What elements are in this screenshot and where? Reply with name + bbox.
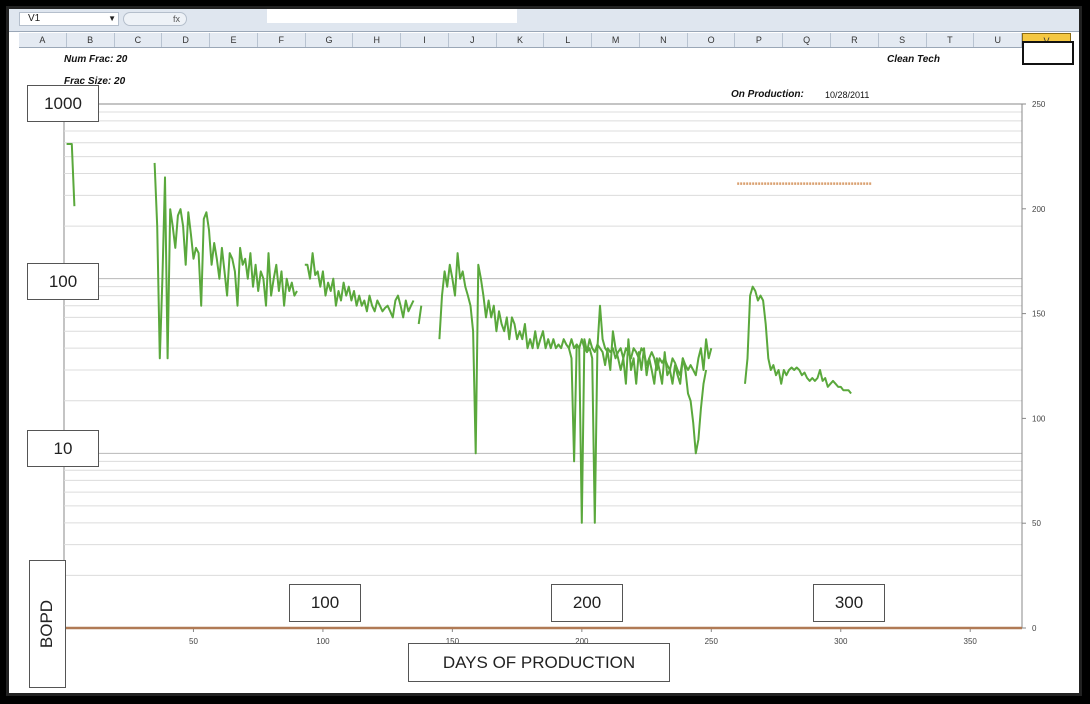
x-label-200: 200 [551,584,623,622]
bopd-label-box: BOPD [29,560,66,688]
company-label: Clean Tech [887,54,940,65]
x-tick-label: 100 [316,637,330,646]
selected-cell[interactable] [1022,41,1074,65]
y-label-1000: 1000 [27,85,99,122]
production-chart: 05010015020025050 100 150 200 250 300 350 [63,100,1046,646]
y-label-10: 10 [27,430,99,467]
bopd-label: BOPD [37,599,57,649]
x-tick-label: 300 [834,637,848,646]
x-label-300: 300 [813,584,885,622]
x-label-100: 100 [289,584,361,622]
x-tick-label: 350 [964,637,978,646]
x-tick-label: 50 [189,637,198,646]
y-label-100: 100 [27,263,99,300]
on-production-date: 10/28/2011 [825,90,870,100]
x-tick-label: 250 [705,637,719,646]
on-production-label: On Production: [731,89,804,100]
right-tick-label: 0 [1032,624,1037,633]
right-tick-label: 200 [1032,205,1046,214]
plot-area [63,103,1023,629]
right-tick-label: 50 [1032,519,1041,528]
x-axis-title: DAYS OF PRODUCTION [408,643,670,682]
right-tick-label: 250 [1032,100,1046,109]
right-tick-label: 100 [1032,414,1046,423]
right-tick-label: 150 [1032,310,1046,319]
num-frac-label: Num Frac: 20 [64,54,128,65]
